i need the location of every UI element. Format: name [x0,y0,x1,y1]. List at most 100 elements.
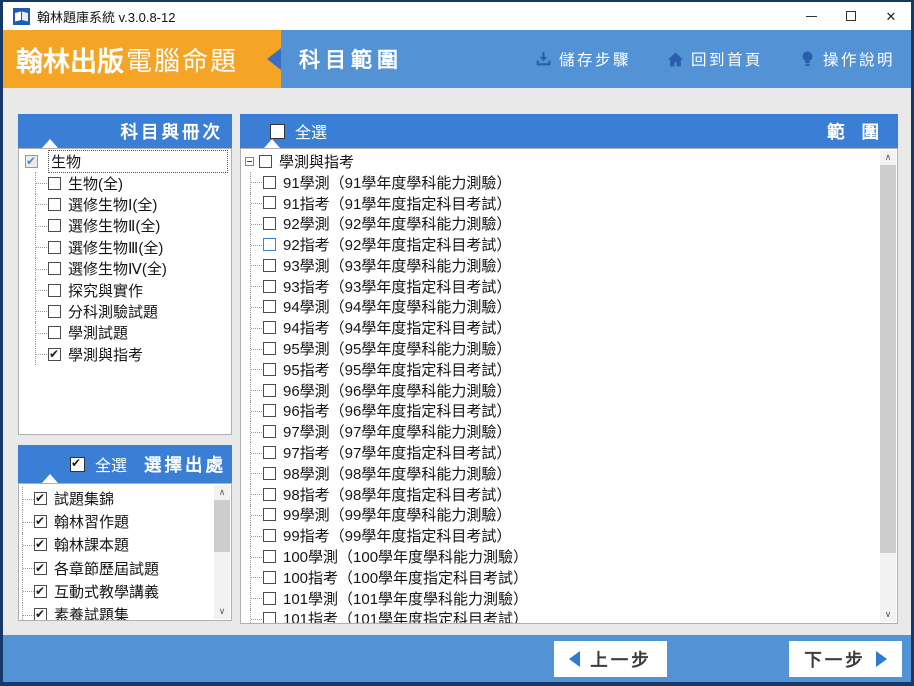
checkbox[interactable] [263,300,276,313]
source-item[interactable]: 互動式教學講義 [19,580,231,603]
checkbox[interactable] [263,467,276,480]
checkbox[interactable] [48,241,61,254]
source-item[interactable]: 翰林習作題 [19,510,231,533]
subject-item[interactable]: 選修生物Ⅱ(全) [19,215,231,236]
checkbox[interactable] [263,259,276,272]
scrollbar-thumb[interactable] [880,165,896,553]
checkbox[interactable] [263,217,276,230]
checkbox[interactable] [263,592,276,605]
scope-item[interactable]: 96學測（96學年度學科能力測驗） [241,380,879,401]
scope-scrollbar[interactable]: ∧ ∨ [880,150,896,622]
checkbox[interactable] [263,196,276,209]
scroll-down-icon[interactable]: ∨ [214,604,230,619]
select-all-checkbox[interactable] [70,457,85,472]
help-button[interactable]: 操作說明 [799,48,895,70]
scope-item[interactable]: 93學測（93學年度學科能力測驗） [241,255,879,276]
subject-item[interactable]: 選修生物Ⅰ(全) [19,194,231,215]
scope-item[interactable]: 91學測（91學年度學科能力測驗） [241,172,879,193]
checkbox[interactable] [263,612,276,624]
checkbox[interactable] [263,404,276,417]
checkbox[interactable] [263,446,276,459]
scope-item[interactable]: 101學測（101學年度學科能力測驗） [241,588,879,609]
scope-item[interactable]: 94指考（94學年度指定科目考試） [241,317,879,338]
subject-item[interactable]: 選修生物Ⅲ(全) [19,237,231,258]
checkbox[interactable] [263,321,276,334]
subject-root-item[interactable]: 生物 [19,151,231,172]
checkbox[interactable] [263,384,276,397]
checkbox[interactable] [263,529,276,542]
checkbox[interactable] [48,262,61,275]
scope-item[interactable]: 96指考（96學年度指定科目考試） [241,401,879,422]
checkbox[interactable] [263,342,276,355]
scope-select-all[interactable]: 全選 [270,119,327,143]
source-item[interactable]: 各章節歷屆試題 [19,557,231,580]
minimize-button[interactable] [791,2,831,30]
scope-item[interactable]: 98學測（98學年度學科能力測驗） [241,463,879,484]
checkbox[interactable] [48,177,61,190]
home-button[interactable]: 回到首頁 [667,48,763,70]
checkbox[interactable] [48,284,61,297]
close-button[interactable]: ✕ [871,2,911,30]
checkbox[interactable] [263,550,276,563]
checkbox[interactable] [48,326,61,339]
scope-item[interactable]: 93指考（93學年度指定科目考試） [241,276,879,297]
checkbox[interactable] [259,155,272,168]
checkbox[interactable] [263,238,276,251]
scope-item[interactable]: 99指考（99學年度指定科目考試） [241,525,879,546]
maximize-button[interactable] [831,2,871,30]
checkbox[interactable] [48,198,61,211]
scroll-up-icon[interactable]: ∧ [214,485,230,500]
subject-item[interactable]: 學測與指考 [19,344,231,365]
scope-item[interactable]: 92學測（92學年度學科能力測驗） [241,213,879,234]
subject-item[interactable]: 探究與實作 [19,279,231,300]
source-item[interactable]: 素養試題集 [19,603,231,621]
select-all-label: 全選 [295,119,327,143]
scope-item[interactable]: 101指考（101學年度指定科目考試） [241,609,879,624]
scope-item[interactable]: 95學測（95學年度學科能力測驗） [241,338,879,359]
collapse-icon[interactable] [245,157,254,166]
checkbox[interactable] [263,571,276,584]
checkbox[interactable] [48,305,61,318]
checkbox[interactable] [263,488,276,501]
checkbox[interactable] [263,425,276,438]
scrollbar-thumb[interactable] [214,500,230,552]
subject-item[interactable]: 分科測驗試題 [19,301,231,322]
scope-item[interactable]: 92指考（92學年度指定科目考試） [241,234,879,255]
checkbox[interactable] [48,219,61,232]
checkbox[interactable] [34,585,47,598]
subject-item[interactable]: 學測試題 [19,322,231,343]
checkbox[interactable] [263,508,276,521]
source-item[interactable]: 翰林課本題 [19,533,231,556]
scope-item[interactable]: 98指考（98學年度指定科目考試） [241,484,879,505]
checkbox[interactable] [34,562,47,575]
scope-item[interactable]: 95指考（95學年度指定科目考試） [241,359,879,380]
source-select-all[interactable]: 全選 [70,452,127,476]
checkbox[interactable] [263,176,276,189]
scope-item[interactable]: 100指考（100學年度指定科目考試） [241,567,879,588]
next-step-button[interactable]: 下一步 [789,641,902,677]
scope-item[interactable]: 99學測（99學年度學科能力測驗） [241,505,879,526]
scroll-up-icon[interactable]: ∧ [880,150,896,165]
scope-item[interactable]: 97學測（97學年度學科能力測驗） [241,421,879,442]
checkbox[interactable] [48,348,61,361]
source-item[interactable]: 試題集錦 [19,487,231,510]
scroll-down-icon[interactable]: ∨ [880,607,896,622]
checkbox[interactable] [25,155,38,168]
select-all-checkbox[interactable] [270,124,285,139]
checkbox[interactable] [34,608,47,621]
scope-item[interactable]: 91指考（91學年度指定科目考試） [241,193,879,214]
checkbox[interactable] [34,492,47,505]
subject-item[interactable]: 生物(全) [19,172,231,193]
checkbox[interactable] [34,538,47,551]
save-steps-button[interactable]: 儲存步驟 [535,48,631,70]
scope-root-item[interactable]: 學測與指考 [241,151,879,172]
scope-item[interactable]: 94學測（94學年度學科能力測驗） [241,297,879,318]
checkbox[interactable] [263,280,276,293]
source-scrollbar[interactable]: ∧ ∨ [214,485,230,619]
previous-step-button[interactable]: 上一步 [554,641,667,677]
checkbox[interactable] [263,363,276,376]
checkbox[interactable] [34,515,47,528]
scope-item[interactable]: 97指考（97學年度指定科目考試） [241,442,879,463]
subject-item[interactable]: 選修生物Ⅳ(全) [19,258,231,279]
scope-item[interactable]: 100學測（100學年度學科能力測驗） [241,546,879,567]
